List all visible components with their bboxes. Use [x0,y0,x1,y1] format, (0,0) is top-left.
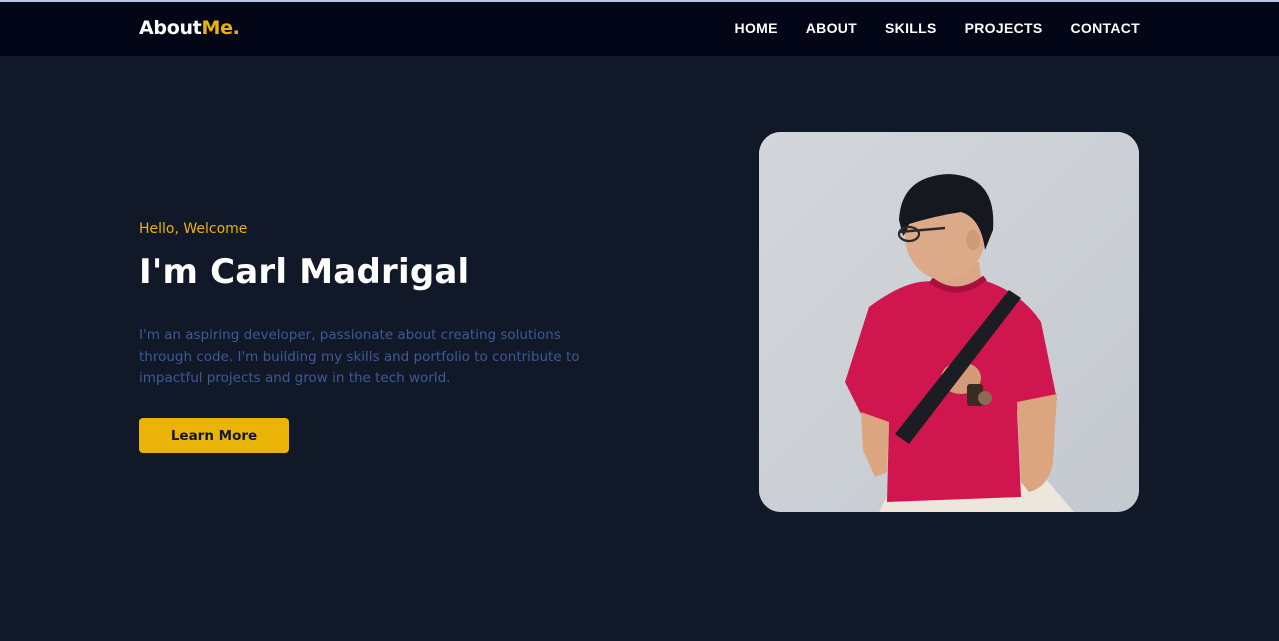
nav-link-contact[interactable]: CONTACT [1071,20,1141,36]
learn-more-button[interactable]: Learn More [139,418,289,453]
hero-description: I'm an aspiring developer, passionate ab… [139,327,580,386]
navbar: AboutMe. HOME ABOUT SKILLS PROJECTS CONT… [0,2,1279,56]
brand-name-accent: Me. [201,17,240,39]
nav-link-about[interactable]: ABOUT [806,20,857,36]
nav-link-projects[interactable]: PROJECTS [965,20,1043,36]
profile-photo [759,132,1139,512]
hero-title: I'm Carl Madrigal [139,252,470,292]
brand-name-main: About [139,17,202,39]
profile-photo-illustration [759,132,1139,512]
nav-menu: HOME ABOUT SKILLS PROJECTS CONTACT [707,20,1140,36]
brand-logo[interactable]: AboutMe. [139,17,240,39]
nav-link-home[interactable]: HOME [735,20,778,36]
nav-link-skills[interactable]: SKILLS [885,20,937,36]
hero-greeting: Hello, Welcome [139,221,248,237]
